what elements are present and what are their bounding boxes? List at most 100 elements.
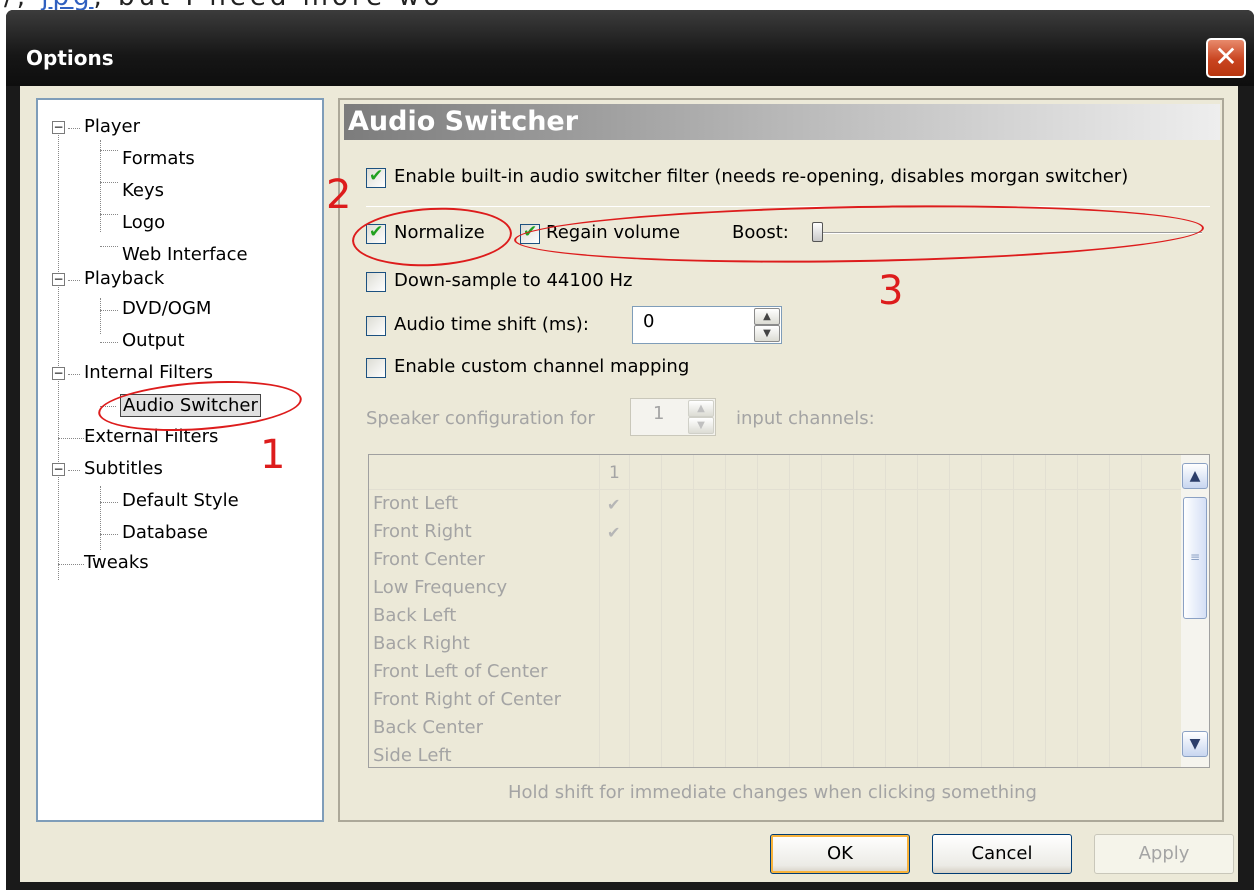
- channel-row-label: Front Left of Center: [373, 661, 548, 682]
- tree-connector: [100, 140, 101, 232]
- close-button[interactable]: ✕: [1206, 38, 1246, 78]
- ok-button[interactable]: OK: [770, 834, 910, 874]
- tree-item-player[interactable]: Player: [84, 116, 140, 137]
- annotation-circle: [350, 203, 514, 271]
- grid-line: [789, 455, 790, 767]
- tree-item-tweaks[interactable]: Tweaks: [84, 552, 149, 573]
- tree-item-playback[interactable]: Playback: [84, 268, 164, 289]
- grid-line: [853, 455, 854, 767]
- channel-row-label: Back Center: [373, 717, 484, 738]
- tree-connector: [68, 470, 80, 471]
- custom-mapping-label[interactable]: Enable custom channel mapping: [394, 356, 689, 377]
- collapse-icon[interactable]: −: [52, 463, 65, 476]
- close-icon: ✕: [1214, 40, 1238, 73]
- page-title: Audio Switcher: [348, 106, 579, 137]
- time-shift-label[interactable]: Audio time shift (ms):: [394, 314, 589, 335]
- time-shift-stepper[interactable]: 0 ▲ ▼: [632, 306, 782, 344]
- grid-line: [693, 455, 694, 767]
- channel-row-label: Front Left: [373, 493, 459, 514]
- speaker-channels-stepper[interactable]: 1 ▲ ▼: [630, 398, 716, 436]
- tree-item-dvd-ogm[interactable]: DVD/OGM: [122, 298, 211, 319]
- channel-mapping-grid[interactable]: 1 Front Left ✔ Front Right ✔ Front Cente…: [368, 454, 1210, 768]
- cancel-button[interactable]: Cancel: [932, 834, 1072, 874]
- grid-line: [1013, 455, 1014, 767]
- tree-item-subtitles[interactable]: Subtitles: [84, 458, 163, 479]
- tree-item-internal-filters[interactable]: Internal Filters: [84, 362, 213, 383]
- tree-connector: [100, 150, 118, 151]
- tree-item-keys[interactable]: Keys: [122, 180, 164, 201]
- title-bar[interactable]: Options ✕: [6, 10, 1254, 86]
- spin-up-icon[interactable]: ▲: [688, 400, 714, 417]
- tree-item-web-interface[interactable]: Web Interface: [122, 244, 248, 265]
- tree-item-formats[interactable]: Formats: [122, 148, 195, 169]
- channel-row-label: Front Center: [373, 549, 485, 570]
- grid-line: [1077, 455, 1078, 767]
- tree-item-database[interactable]: Database: [122, 522, 208, 543]
- panel-header: Audio Switcher: [344, 104, 1220, 140]
- time-shift-value[interactable]: 0: [643, 311, 654, 332]
- downsample-label[interactable]: Down-sample to 44100 Hz: [394, 270, 632, 291]
- tree-connector: [100, 502, 118, 503]
- speaker-config-label: Speaker configuration for: [366, 408, 595, 429]
- channel-row-label: Front Right of Center: [373, 689, 562, 710]
- grid-line: [599, 455, 600, 767]
- scroll-down-icon[interactable]: ▼: [1182, 731, 1208, 757]
- grid-line: [949, 455, 950, 767]
- grid-line: [917, 455, 918, 767]
- grid-line: [885, 455, 886, 767]
- collapse-icon[interactable]: −: [52, 273, 65, 286]
- tree-item-output[interactable]: Output: [122, 330, 185, 351]
- tree-connector: [68, 280, 80, 281]
- collapse-icon[interactable]: −: [52, 121, 65, 134]
- enable-switcher-label[interactable]: Enable built-in audio switcher filter (n…: [394, 166, 1128, 187]
- tree-connector: [100, 298, 101, 334]
- input-channels-label: input channels:: [736, 408, 875, 429]
- spin-down-icon[interactable]: ▼: [688, 417, 714, 434]
- options-dialog: Options ✕ − Player Formats Keys Logo Web…: [6, 10, 1254, 890]
- check-icon[interactable]: ✔: [607, 523, 620, 542]
- annotation-number: 2: [326, 172, 352, 218]
- channel-row-label: Low Frequency: [373, 577, 508, 598]
- grid-line: [661, 455, 662, 767]
- tree-connector: [100, 486, 101, 550]
- hint-text: Hold shift for immediate changes when cl…: [508, 782, 1037, 803]
- custom-mapping-checkbox[interactable]: [366, 358, 386, 378]
- time-shift-checkbox[interactable]: [366, 316, 386, 336]
- annotation-circle: [513, 199, 1205, 269]
- check-icon[interactable]: ✔: [607, 495, 620, 514]
- speaker-channels-value[interactable]: 1: [653, 403, 664, 424]
- tree-connector: [100, 214, 118, 215]
- channel-row-label: Side Left: [373, 745, 452, 766]
- annotation-circle: [96, 374, 304, 438]
- grid-scrollbar[interactable]: ▲ ≡ ▼: [1181, 455, 1209, 767]
- annotation-number: 3: [878, 268, 904, 314]
- grid-line: [1045, 455, 1046, 767]
- tree-connector: [100, 534, 118, 535]
- tree-connector: [100, 342, 118, 343]
- collapse-icon[interactable]: −: [52, 367, 65, 380]
- tree-connector: [58, 564, 84, 565]
- downsample-checkbox[interactable]: [366, 272, 386, 292]
- dialog-body: − Player Formats Keys Logo Web Interface…: [20, 86, 1238, 882]
- tree-connector: [58, 438, 84, 439]
- tree-connector: [100, 246, 118, 247]
- channel-row-label: Back Left: [373, 605, 457, 626]
- grid-line: [981, 455, 982, 767]
- grid-line: [1141, 455, 1142, 767]
- options-tree[interactable]: − Player Formats Keys Logo Web Interface…: [36, 98, 324, 822]
- annotation-number: 1: [260, 432, 286, 478]
- scroll-up-icon[interactable]: ▲: [1182, 463, 1208, 489]
- spin-up-icon[interactable]: ▲: [754, 308, 780, 325]
- tree-item-default-style[interactable]: Default Style: [122, 490, 239, 511]
- tree-connector: [100, 182, 118, 183]
- grid-line: [1109, 455, 1110, 767]
- tree-connector: [58, 128, 59, 580]
- spin-down-icon[interactable]: ▼: [754, 325, 780, 342]
- scrollbar-thumb[interactable]: ≡: [1183, 497, 1207, 619]
- channel-row-label: Front Right: [373, 521, 472, 542]
- enable-switcher-checkbox[interactable]: [366, 166, 386, 188]
- apply-button[interactable]: Apply: [1094, 834, 1234, 874]
- grip-icon: ≡: [1189, 550, 1201, 564]
- grid-line: [821, 455, 822, 767]
- tree-item-logo[interactable]: Logo: [122, 212, 165, 233]
